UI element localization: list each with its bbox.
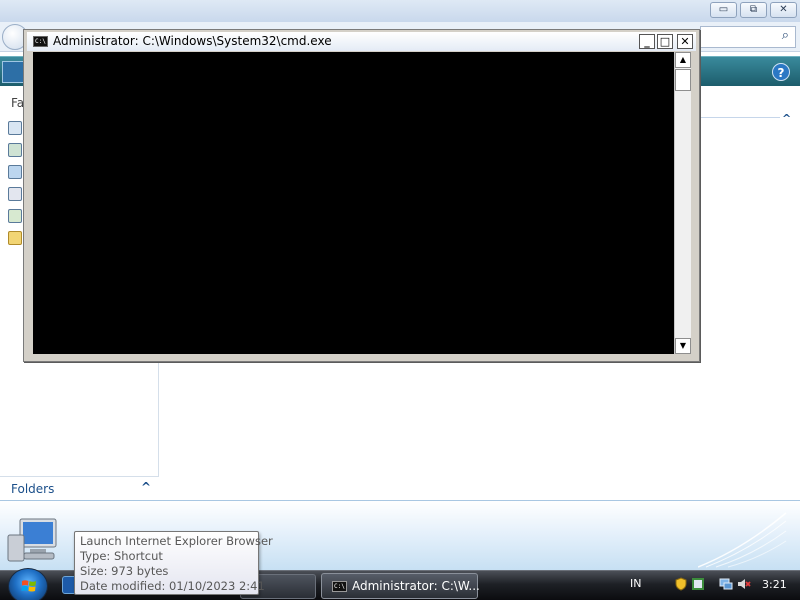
windows-defender-icon[interactable]	[691, 577, 705, 591]
explorer-minimize-button[interactable]: ▭	[710, 2, 737, 18]
vertical-scrollbar[interactable]: ▲ ▼	[674, 52, 691, 354]
cmd-taskbar-icon: C:\	[332, 581, 347, 592]
cmd-window[interactable]: C:\ Administrator: C:\Windows\System32\c…	[23, 29, 700, 362]
tooltip-type: Type: Shortcut	[80, 549, 163, 563]
search-input[interactable]: ⌕	[700, 26, 796, 48]
folders-bar[interactable]: Folders ^	[0, 476, 159, 500]
start-button[interactable]	[8, 568, 48, 600]
decorative-swoosh	[698, 512, 787, 568]
scroll-down-arrow-icon[interactable]: ▼	[675, 338, 691, 354]
music-icon[interactable]	[8, 165, 22, 179]
windows-logo-icon	[21, 580, 36, 592]
folders-label: Folders	[11, 482, 55, 496]
scrollbar-thumb[interactable]	[675, 69, 691, 91]
tooltip-title: Launch Internet Explorer Browser	[80, 534, 273, 548]
content-collapse-chevron-icon[interactable]: ^	[782, 112, 791, 125]
scroll-up-arrow-icon[interactable]: ▲	[675, 52, 691, 68]
public-folder-icon[interactable]	[8, 231, 22, 245]
documents-icon[interactable]	[8, 121, 22, 135]
cmd-titlebar[interactable]: C:\ Administrator: C:\Windows\System32\c…	[27, 32, 696, 51]
searches-icon[interactable]	[8, 209, 22, 223]
recently-changed-icon[interactable]	[8, 187, 22, 201]
explorer-titlebar: ▭ ⧉ ✕	[0, 0, 800, 22]
computer-icon	[7, 518, 57, 562]
taskbar-button-cmd[interactable]: C:\ Administrator: C:\W...	[321, 573, 480, 599]
cmd-app-icon[interactable]: C:\	[33, 36, 48, 47]
content-header-divider	[700, 117, 780, 118]
cmd-window-title: Administrator: C:\Windows\System32\cmd.e…	[53, 34, 332, 48]
ie-shortcut-tooltip: Launch Internet Explorer Browser Type: S…	[74, 531, 273, 595]
console-output-area[interactable]	[33, 52, 674, 354]
tooltip-size: Size: 973 bytes	[80, 564, 169, 578]
tooltip-date-modified: Date modified: 01/10/2023 2:41	[80, 579, 265, 593]
explorer-close-button[interactable]: ✕	[770, 2, 797, 18]
cmd-minimize-button[interactable]: _	[639, 34, 655, 49]
language-indicator[interactable]: IN	[630, 577, 641, 590]
volume-muted-icon[interactable]	[737, 577, 751, 591]
cmd-maximize-button[interactable]: □	[657, 34, 673, 49]
pictures-icon[interactable]	[8, 143, 22, 157]
security-shield-icon[interactable]	[674, 577, 688, 591]
search-icon[interactable]: ⌕	[782, 28, 789, 43]
explorer-restore-button[interactable]: ⧉	[740, 2, 767, 18]
cmd-close-button[interactable]: ✕	[677, 34, 693, 49]
network-icon[interactable]	[719, 577, 733, 591]
system-clock[interactable]: 3:21	[762, 578, 787, 591]
help-icon[interactable]: ?	[772, 63, 790, 81]
chevron-up-icon[interactable]: ^	[141, 480, 151, 494]
taskbar-button-label: Administrator: C:\W...	[352, 579, 480, 593]
